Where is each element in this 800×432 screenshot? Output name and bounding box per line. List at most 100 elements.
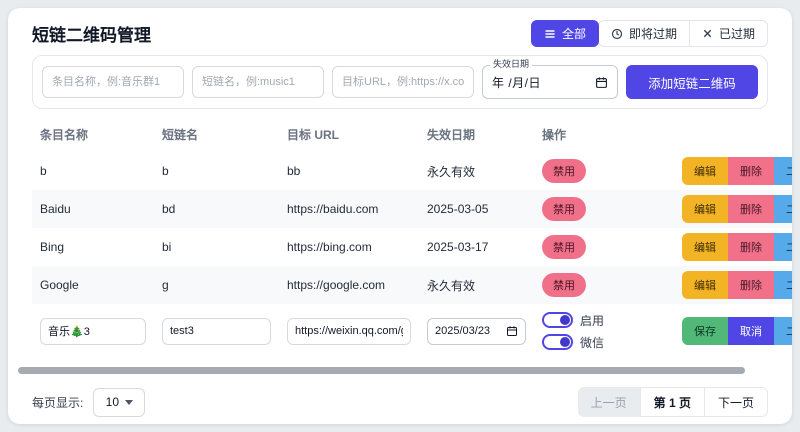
cell-slug: bd (154, 190, 279, 228)
prev-page-button[interactable]: 上一页 (578, 387, 640, 417)
wechat-toggle-row: 微信 (542, 334, 666, 351)
shortlink-table-container: 条目名称 短链名 目标 URL 失效日期 操作 b b bb 永久有效 禁用 编… (8, 117, 792, 358)
menu-icon (544, 28, 556, 40)
header-entry-name: 条目名称 (32, 117, 154, 152)
filter-expired-button[interactable]: 已过期 (689, 20, 768, 47)
row-actions: 编辑 删除 二维码 (682, 195, 792, 223)
cell-slug: b (154, 152, 279, 190)
table-row: Baidu bd https://baidu.com 2025-03-05 禁用… (32, 190, 792, 228)
per-page-select[interactable]: 10 (93, 388, 145, 417)
cell-entry-name: Google (32, 266, 154, 304)
edit-expiry-date-value: 2025/03/23 (435, 325, 490, 337)
disable-button[interactable]: 禁用 (542, 159, 586, 183)
header-expiry: 失效日期 (419, 117, 534, 152)
row-actions: 编辑 删除 二维码 (682, 271, 792, 299)
row-actions: 编辑 删除 二维码 (682, 233, 792, 261)
cell-entry-name: Baidu (32, 190, 154, 228)
filter-expired-label: 已过期 (719, 25, 755, 42)
main-card: 短链二维码管理 全部 即将过期 已过期 (8, 8, 792, 424)
table-row: b b bb 永久有效 禁用 编辑 删除 二维码 (32, 152, 792, 190)
filter-expiring-button[interactable]: 即将过期 (598, 20, 690, 47)
filter-all-button[interactable]: 全部 (531, 20, 599, 47)
edit-row: 2025/03/23 启用 微信 (32, 304, 792, 358)
filter-group: 全部 即将过期 已过期 (531, 20, 768, 47)
slug-input[interactable] (192, 66, 324, 98)
qrcode-button[interactable]: 二维码 (774, 317, 792, 345)
per-page-control: 每页显示: 10 (32, 388, 145, 417)
shortlink-table: 条目名称 短链名 目标 URL 失效日期 操作 b b bb 永久有效 禁用 编… (32, 117, 792, 358)
edit-target-url-input[interactable] (287, 318, 411, 345)
qrcode-button[interactable]: 二维码 (774, 157, 792, 185)
save-button[interactable]: 保存 (682, 317, 728, 345)
delete-button[interactable]: 删除 (728, 233, 774, 261)
edit-expiry-date-input[interactable]: 2025/03/23 (427, 318, 526, 345)
edit-slug-input[interactable] (162, 318, 271, 345)
header-actions: 操作 (534, 117, 674, 152)
disable-button[interactable]: 禁用 (542, 197, 586, 221)
cancel-button[interactable]: 取消 (728, 317, 774, 345)
expiry-date-label: 失效日期 (490, 59, 532, 70)
expiry-date-input[interactable]: 失效日期 年 /月/日 (482, 65, 618, 99)
qrcode-button[interactable]: 二维码 (774, 271, 792, 299)
entry-name-input[interactable] (42, 66, 184, 98)
cell-target-url: bb (279, 152, 419, 190)
table-header-row: 条目名称 短链名 目标 URL 失效日期 操作 (32, 117, 792, 152)
cell-slug: bi (154, 228, 279, 266)
wechat-toggle[interactable] (542, 334, 573, 350)
edit-button[interactable]: 编辑 (682, 195, 728, 223)
per-page-value: 10 (106, 395, 119, 409)
enable-toggle-row: 启用 (542, 312, 666, 329)
current-page-indicator: 第 1 页 (640, 387, 705, 417)
header: 短链二维码管理 全部 即将过期 已过期 (8, 8, 792, 47)
add-shortlink-button[interactable]: 添加短链二维码 (626, 65, 758, 99)
horizontal-scrollbar[interactable] (18, 367, 745, 374)
toggle-group: 启用 微信 (542, 312, 666, 351)
toggle-knob (560, 337, 570, 347)
cell-target-url: https://google.com (279, 266, 419, 304)
filter-expiring-label: 即将过期 (629, 25, 677, 42)
disable-button[interactable]: 禁用 (542, 273, 586, 297)
calendar-icon[interactable] (595, 76, 608, 89)
edit-button[interactable]: 编辑 (682, 271, 728, 299)
delete-button[interactable]: 删除 (728, 195, 774, 223)
clock-icon (611, 28, 623, 40)
pagination: 上一页 第 1 页 下一页 (578, 387, 768, 417)
toggle-knob (560, 315, 570, 325)
table-row: Google g https://google.com 永久有效 禁用 编辑 删… (32, 266, 792, 304)
cell-entry-name: b (32, 152, 154, 190)
enable-toggle-label: 启用 (580, 312, 604, 329)
table-row: Bing bi https://bing.com 2025-03-17 禁用 编… (32, 228, 792, 266)
delete-button[interactable]: 删除 (728, 157, 774, 185)
cell-expiry: 永久有效 (419, 152, 534, 190)
edit-button[interactable]: 编辑 (682, 233, 728, 261)
page-title: 短链二维码管理 (32, 21, 151, 46)
per-page-label: 每页显示: (32, 394, 83, 411)
wechat-toggle-label: 微信 (580, 334, 604, 351)
qrcode-button[interactable]: 二维码 (774, 195, 792, 223)
enable-toggle[interactable] (542, 312, 573, 328)
calendar-icon[interactable] (506, 325, 518, 337)
next-page-button[interactable]: 下一页 (705, 387, 768, 417)
x-icon (702, 28, 713, 39)
row-actions: 编辑 删除 二维码 (682, 157, 792, 185)
edit-entry-name-input[interactable] (40, 318, 146, 345)
cell-slug: g (154, 266, 279, 304)
cell-expiry: 永久有效 (419, 266, 534, 304)
cell-expiry: 2025-03-05 (419, 190, 534, 228)
disable-button[interactable]: 禁用 (542, 235, 586, 259)
filter-all-label: 全部 (562, 25, 586, 42)
cell-target-url: https://bing.com (279, 228, 419, 266)
cell-expiry: 2025-03-17 (419, 228, 534, 266)
header-target-url: 目标 URL (279, 117, 419, 152)
cell-entry-name: Bing (32, 228, 154, 266)
cell-target-url: https://baidu.com (279, 190, 419, 228)
target-url-input[interactable] (332, 66, 474, 98)
header-slug: 短链名 (154, 117, 279, 152)
qrcode-button[interactable]: 二维码 (774, 233, 792, 261)
delete-button[interactable]: 删除 (728, 271, 774, 299)
expiry-date-value: 年 /月/日 (492, 74, 541, 91)
edit-button[interactable]: 编辑 (682, 157, 728, 185)
chevron-down-icon (125, 400, 133, 405)
add-form: 失效日期 年 /月/日 添加短链二维码 (32, 55, 768, 109)
footer: 每页显示: 10 上一页 第 1 页 下一页 (8, 374, 792, 417)
